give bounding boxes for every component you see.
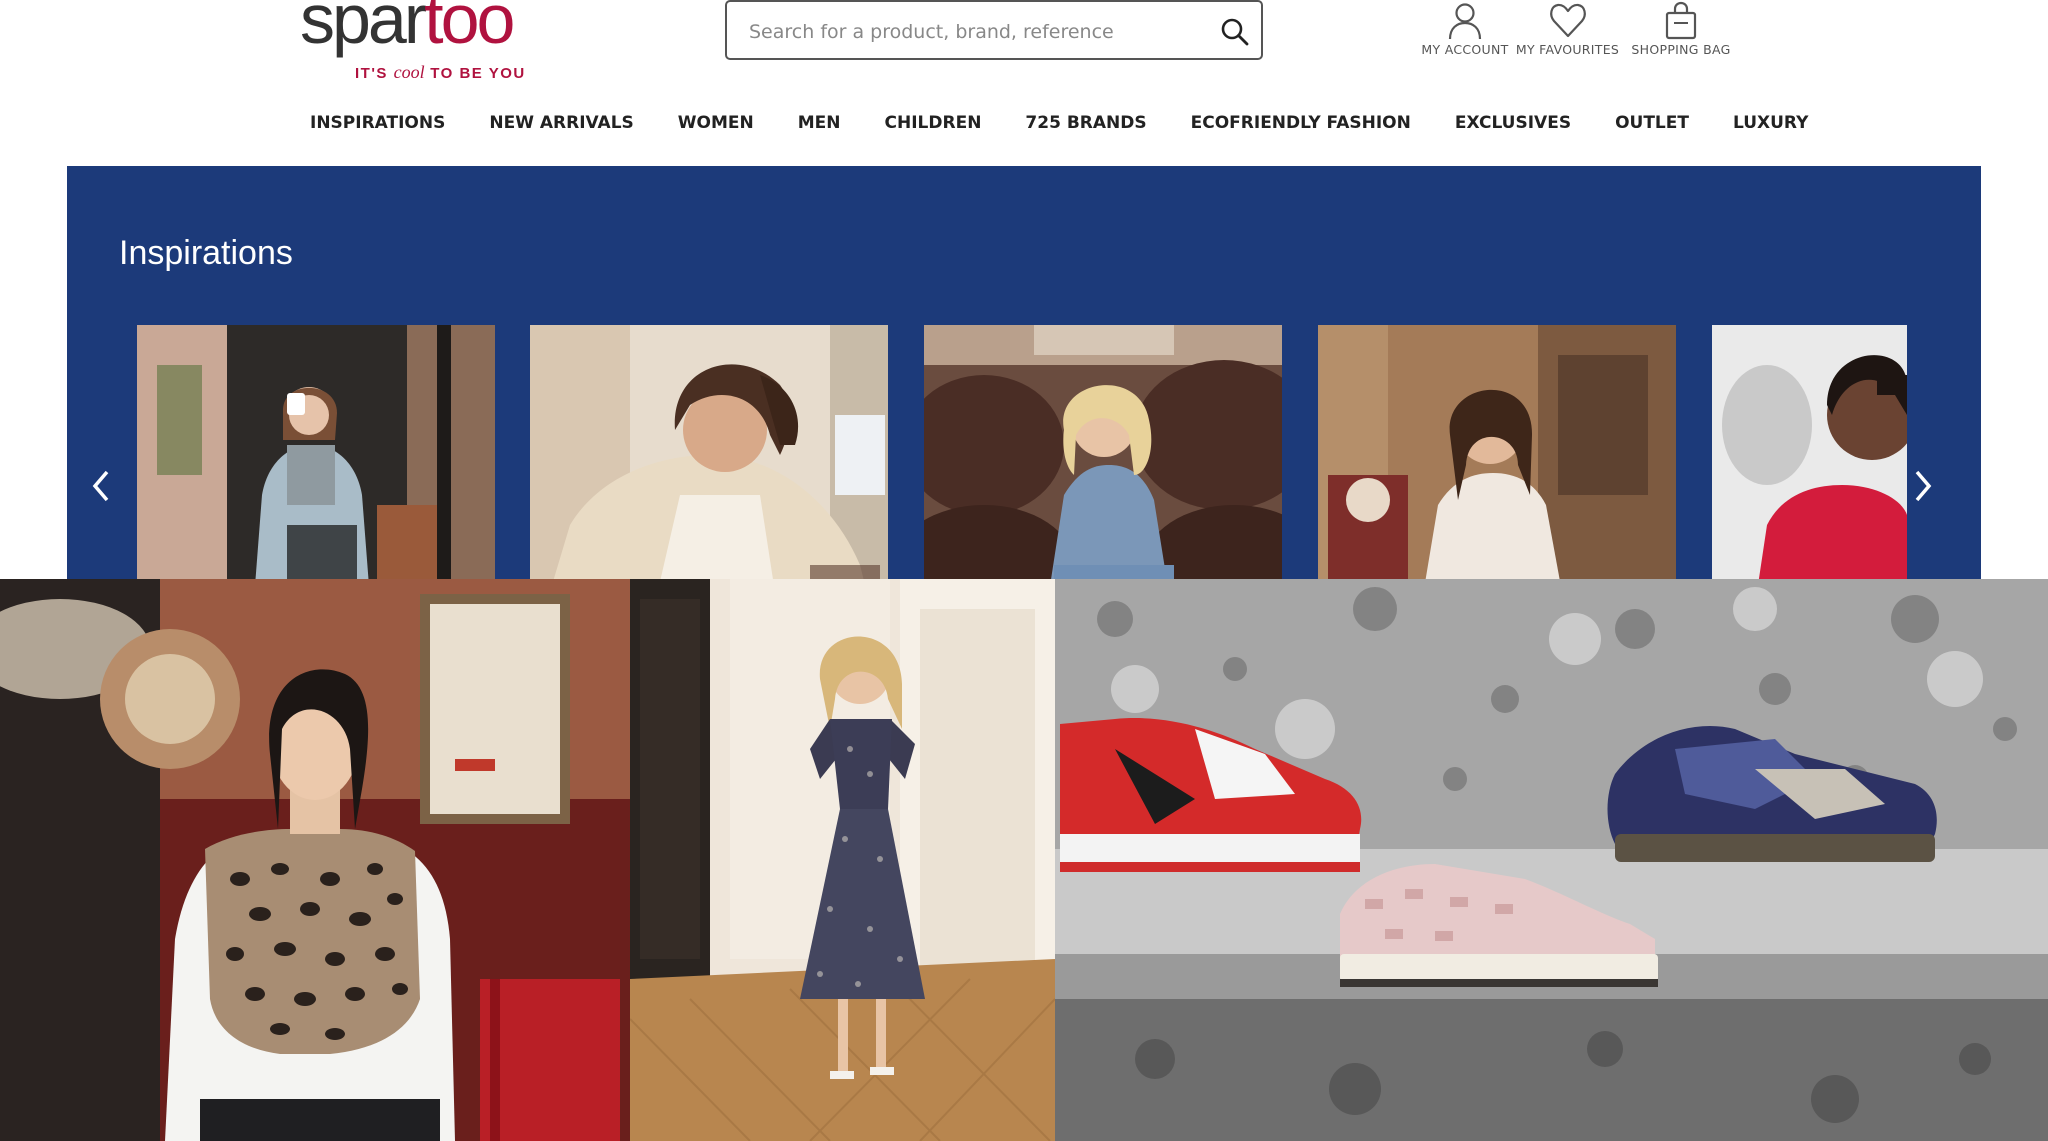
- nav-children[interactable]: CHILDREN: [885, 108, 982, 138]
- nav-725-brands[interactable]: 725 BRANDS: [1025, 108, 1146, 138]
- shopping-bag-link[interactable]: SHOPPING BAG: [1625, 0, 1737, 57]
- shopping-bag-label: SHOPPING BAG: [1631, 42, 1731, 57]
- user-icon: [1415, 0, 1515, 40]
- promo-tile-leopard-vest[interactable]: [0, 579, 630, 1141]
- inspiration-card[interactable]: [137, 325, 495, 579]
- promo-tile-sneakers[interactable]: [1055, 579, 2048, 1141]
- search-icon[interactable]: [1219, 16, 1251, 48]
- inspiration-card[interactable]: [530, 325, 888, 579]
- nav-inspirations[interactable]: INSPIRATIONS: [310, 108, 445, 138]
- my-favourites-label: MY FAVOURITES: [1515, 42, 1620, 57]
- inspirations-title: Inspirations: [119, 234, 293, 272]
- nav-outlet[interactable]: OUTLET: [1615, 108, 1689, 138]
- heart-icon: [1515, 0, 1620, 40]
- nav-men[interactable]: MEN: [798, 108, 841, 138]
- inspiration-image: [1318, 325, 1676, 579]
- spartoo-logo[interactable]: spartoo IT'S cool TO BE YOU: [300, 0, 580, 82]
- nav-ecofriendly-fashion[interactable]: ECOFRIENDLY FASHION: [1191, 108, 1411, 138]
- logo-tagline: IT'S cool TO BE YOU: [355, 62, 526, 82]
- inspiration-image: [924, 325, 1282, 579]
- shopping-bag-icon: [1625, 0, 1737, 40]
- chevron-left-icon[interactable]: [87, 466, 117, 506]
- promo-tile-floral-dress[interactable]: [630, 579, 1055, 1141]
- promo-image: [0, 579, 630, 1141]
- inspiration-card[interactable]: [1318, 325, 1676, 579]
- nav-new-arrivals[interactable]: NEW ARRIVALS: [489, 108, 633, 138]
- inspiration-card[interactable]: [1712, 325, 1907, 579]
- search-input[interactable]: [747, 14, 1211, 50]
- my-account-link[interactable]: MY ACCOUNT: [1415, 0, 1515, 57]
- inspiration-image: [137, 325, 495, 579]
- my-account-label: MY ACCOUNT: [1421, 42, 1509, 57]
- my-favourites-link[interactable]: MY FAVOURITES: [1515, 0, 1620, 57]
- chevron-right-icon[interactable]: [1907, 466, 1937, 506]
- inspirations-banner: Inspirations: [67, 166, 1981, 579]
- search-bar: [725, 0, 1263, 60]
- nav-women[interactable]: WOMEN: [678, 108, 754, 138]
- logo-wordmark: spartoo: [300, 0, 515, 58]
- nav-exclusives[interactable]: EXCLUSIVES: [1455, 108, 1571, 138]
- inspiration-card[interactable]: [924, 325, 1282, 579]
- promo-image: [1055, 579, 2048, 1141]
- promo-image: [630, 579, 1055, 1141]
- nav-luxury[interactable]: LUXURY: [1733, 108, 1808, 138]
- inspiration-image: [530, 325, 888, 579]
- main-navigation: INSPIRATIONS NEW ARRIVALS WOMEN MEN CHIL…: [310, 108, 1852, 138]
- inspiration-image: [1712, 325, 1907, 579]
